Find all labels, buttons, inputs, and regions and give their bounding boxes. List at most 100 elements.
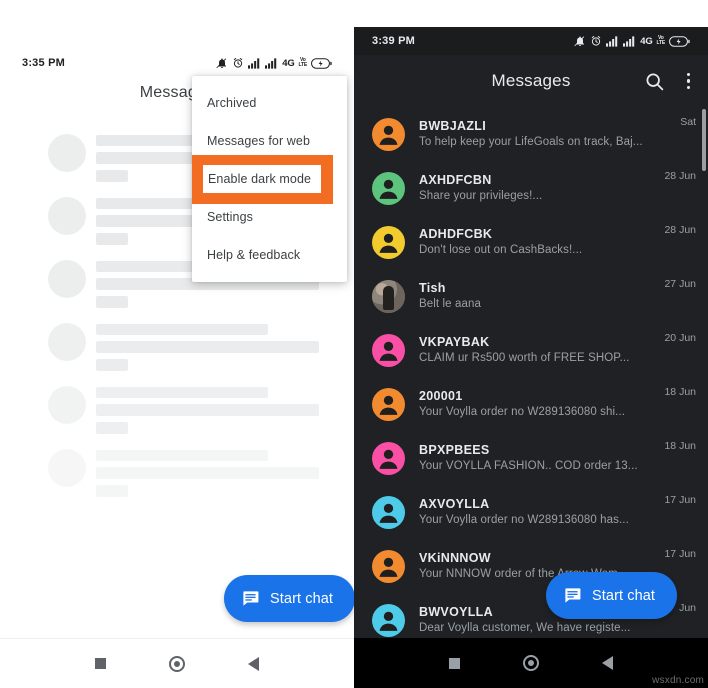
home-circle-icon[interactable] — [169, 655, 185, 672]
conversation-name: Tish — [419, 281, 446, 295]
conversation-text: Tish Belt le aana — [419, 280, 656, 312]
conversation-row[interactable]: VKPAYBAK CLAIM ur Rs500 worth of FREE SH… — [354, 323, 708, 377]
conversation-row[interactable]: BWBJAZLI To help keep your LifeGoals on … — [354, 107, 708, 161]
dark-status-bar: 3:39 PM 4G Vo LTE — [354, 27, 708, 55]
conversation-snippet: To help keep your LifeGoals on track, Ba… — [419, 136, 643, 148]
skeleton-row — [0, 313, 354, 376]
conversation-text: BPXPBEES Your VOYLLA FASHION.. COD order… — [419, 442, 656, 474]
skeleton-bar — [96, 324, 268, 335]
skeleton-bar — [96, 341, 319, 353]
conversation-text: VKPAYBAK CLAIM ur Rs500 worth of FREE SH… — [419, 334, 656, 366]
battery-icon — [669, 35, 690, 47]
skeleton-lines — [96, 450, 319, 503]
volte-icon: Vo LTE — [298, 58, 308, 68]
kebab-menu-icon[interactable] — [681, 69, 697, 94]
back-triangle-icon[interactable] — [602, 656, 613, 670]
battery-icon — [311, 57, 332, 69]
person-icon — [379, 233, 398, 253]
conversation-text: AXHDFCBN Share your privileges!... — [419, 172, 656, 204]
signal-bars-icon — [248, 57, 260, 69]
signal-bars-icon — [606, 35, 618, 47]
avatar — [372, 603, 405, 637]
conversation-name: AXHDFCBN — [419, 173, 492, 187]
conversation-date: 17 Jun — [664, 494, 696, 506]
start-chat-button[interactable]: Start chat — [224, 575, 354, 622]
home-circle-icon[interactable] — [523, 655, 539, 671]
status-clock: 3:39 PM — [372, 35, 415, 47]
conversation-name: BWBJAZLI — [419, 119, 486, 133]
person-icon — [379, 395, 398, 415]
skeleton-lines — [96, 387, 319, 440]
conversation-snippet: Share your privileges!... — [419, 190, 543, 202]
person-icon — [379, 557, 398, 577]
screenshot-root: 3:35 PM 4G Vo LTE Messages Archived Mess… — [0, 0, 708, 688]
menu-item-help-feedback[interactable]: Help & feedback — [192, 236, 347, 274]
avatar — [372, 117, 405, 151]
conversation-date: 28 Jun — [664, 224, 696, 236]
conversation-row[interactable]: ADHDFCBK Don't lose out on CashBacks!...… — [354, 215, 708, 269]
skeleton-avatar — [48, 197, 86, 235]
conversation-snippet: Belt le aana — [419, 298, 481, 310]
conversation-text: AXVOYLLA Your Voylla order no W289136080… — [419, 496, 656, 528]
skeleton-row — [0, 376, 354, 439]
light-mode-phone-panel: 3:35 PM 4G Vo LTE Messages Archived Mess… — [0, 0, 354, 688]
conversation-date: 27 Jun — [664, 278, 696, 290]
conversation-snippet: Your Voylla order no W289136080 has... — [419, 514, 629, 526]
conversation-snippet: Your VOYLLA FASHION.. COD order 13... — [419, 460, 638, 472]
chat-bubble-icon — [565, 588, 581, 603]
alarm-icon — [591, 36, 601, 46]
person-icon — [379, 125, 398, 145]
skeleton-bar — [96, 422, 128, 434]
network-type-label: 4G — [640, 35, 653, 47]
back-triangle-icon[interactable] — [248, 656, 259, 671]
conversation-name: VKPAYBAK — [419, 335, 490, 349]
skeleton-bar — [96, 450, 268, 461]
conversation-name: VKiNNNOW — [419, 551, 491, 565]
avatar — [372, 171, 405, 205]
recents-square-icon[interactable] — [95, 658, 106, 669]
status-icon-group: 4G Vo LTE — [216, 57, 332, 69]
skeleton-bar — [96, 296, 128, 308]
volte-bottom-label: LTE — [298, 62, 308, 68]
menu-item-archived[interactable]: Archived — [192, 84, 347, 122]
conversation-snippet: CLAIM ur Rs500 worth of FREE SHOP... — [419, 352, 630, 364]
skeleton-avatar — [48, 449, 86, 487]
signal-bars-icon — [623, 35, 635, 47]
conversation-date: 20 Jun — [664, 332, 696, 344]
conversation-row[interactable]: Tish Belt le aana 27 Jun — [354, 269, 708, 323]
skeleton-bar — [96, 359, 128, 371]
avatar — [372, 387, 405, 421]
conversation-snippet: Your Voylla order no W289136080 shi... — [419, 406, 626, 418]
person-icon — [379, 503, 398, 523]
person-icon — [379, 611, 398, 631]
conversation-row[interactable]: BPXPBEES Your VOYLLA FASHION.. COD order… — [354, 431, 708, 485]
conversation-date: Jun — [679, 602, 696, 614]
conversation-row[interactable]: 200001 Your Voylla order no W289136080 s… — [354, 377, 708, 431]
avatar — [372, 333, 405, 367]
status-icon-group: 4G Vo LTE — [574, 35, 690, 47]
skeleton-bar — [96, 485, 128, 497]
search-icon[interactable] — [644, 71, 665, 92]
menu-item-enable-dark-mode-label[interactable]: Enable dark mode — [203, 165, 321, 193]
volte-bottom-label: LTE — [656, 40, 666, 46]
android-navigation-bar — [0, 638, 354, 688]
volte-icon: Vo LTE — [656, 36, 666, 46]
alarm-icon — [233, 58, 243, 68]
skeleton-bar — [96, 170, 128, 182]
skeleton-lines — [96, 324, 319, 377]
avatar — [372, 279, 405, 313]
skeleton-avatar — [48, 134, 86, 172]
conversation-date: 28 Jun — [664, 170, 696, 182]
start-chat-button[interactable]: Start chat — [546, 572, 678, 619]
person-icon — [379, 449, 398, 469]
skeleton-row — [0, 439, 354, 502]
conversation-row[interactable]: AXHDFCBN Share your privileges!... 28 Ju… — [354, 161, 708, 215]
chat-bubble-icon — [243, 591, 259, 606]
recents-square-icon[interactable] — [449, 657, 460, 669]
app-bar-actions — [644, 69, 697, 94]
conversation-row[interactable]: AXVOYLLA Your Voylla order no W289136080… — [354, 485, 708, 539]
light-status-bar: 3:35 PM 4G Vo LTE — [0, 50, 354, 76]
start-chat-label: Start chat — [270, 590, 334, 607]
list-scrollbar[interactable] — [702, 109, 706, 171]
avatar-photo-subject — [383, 285, 394, 310]
